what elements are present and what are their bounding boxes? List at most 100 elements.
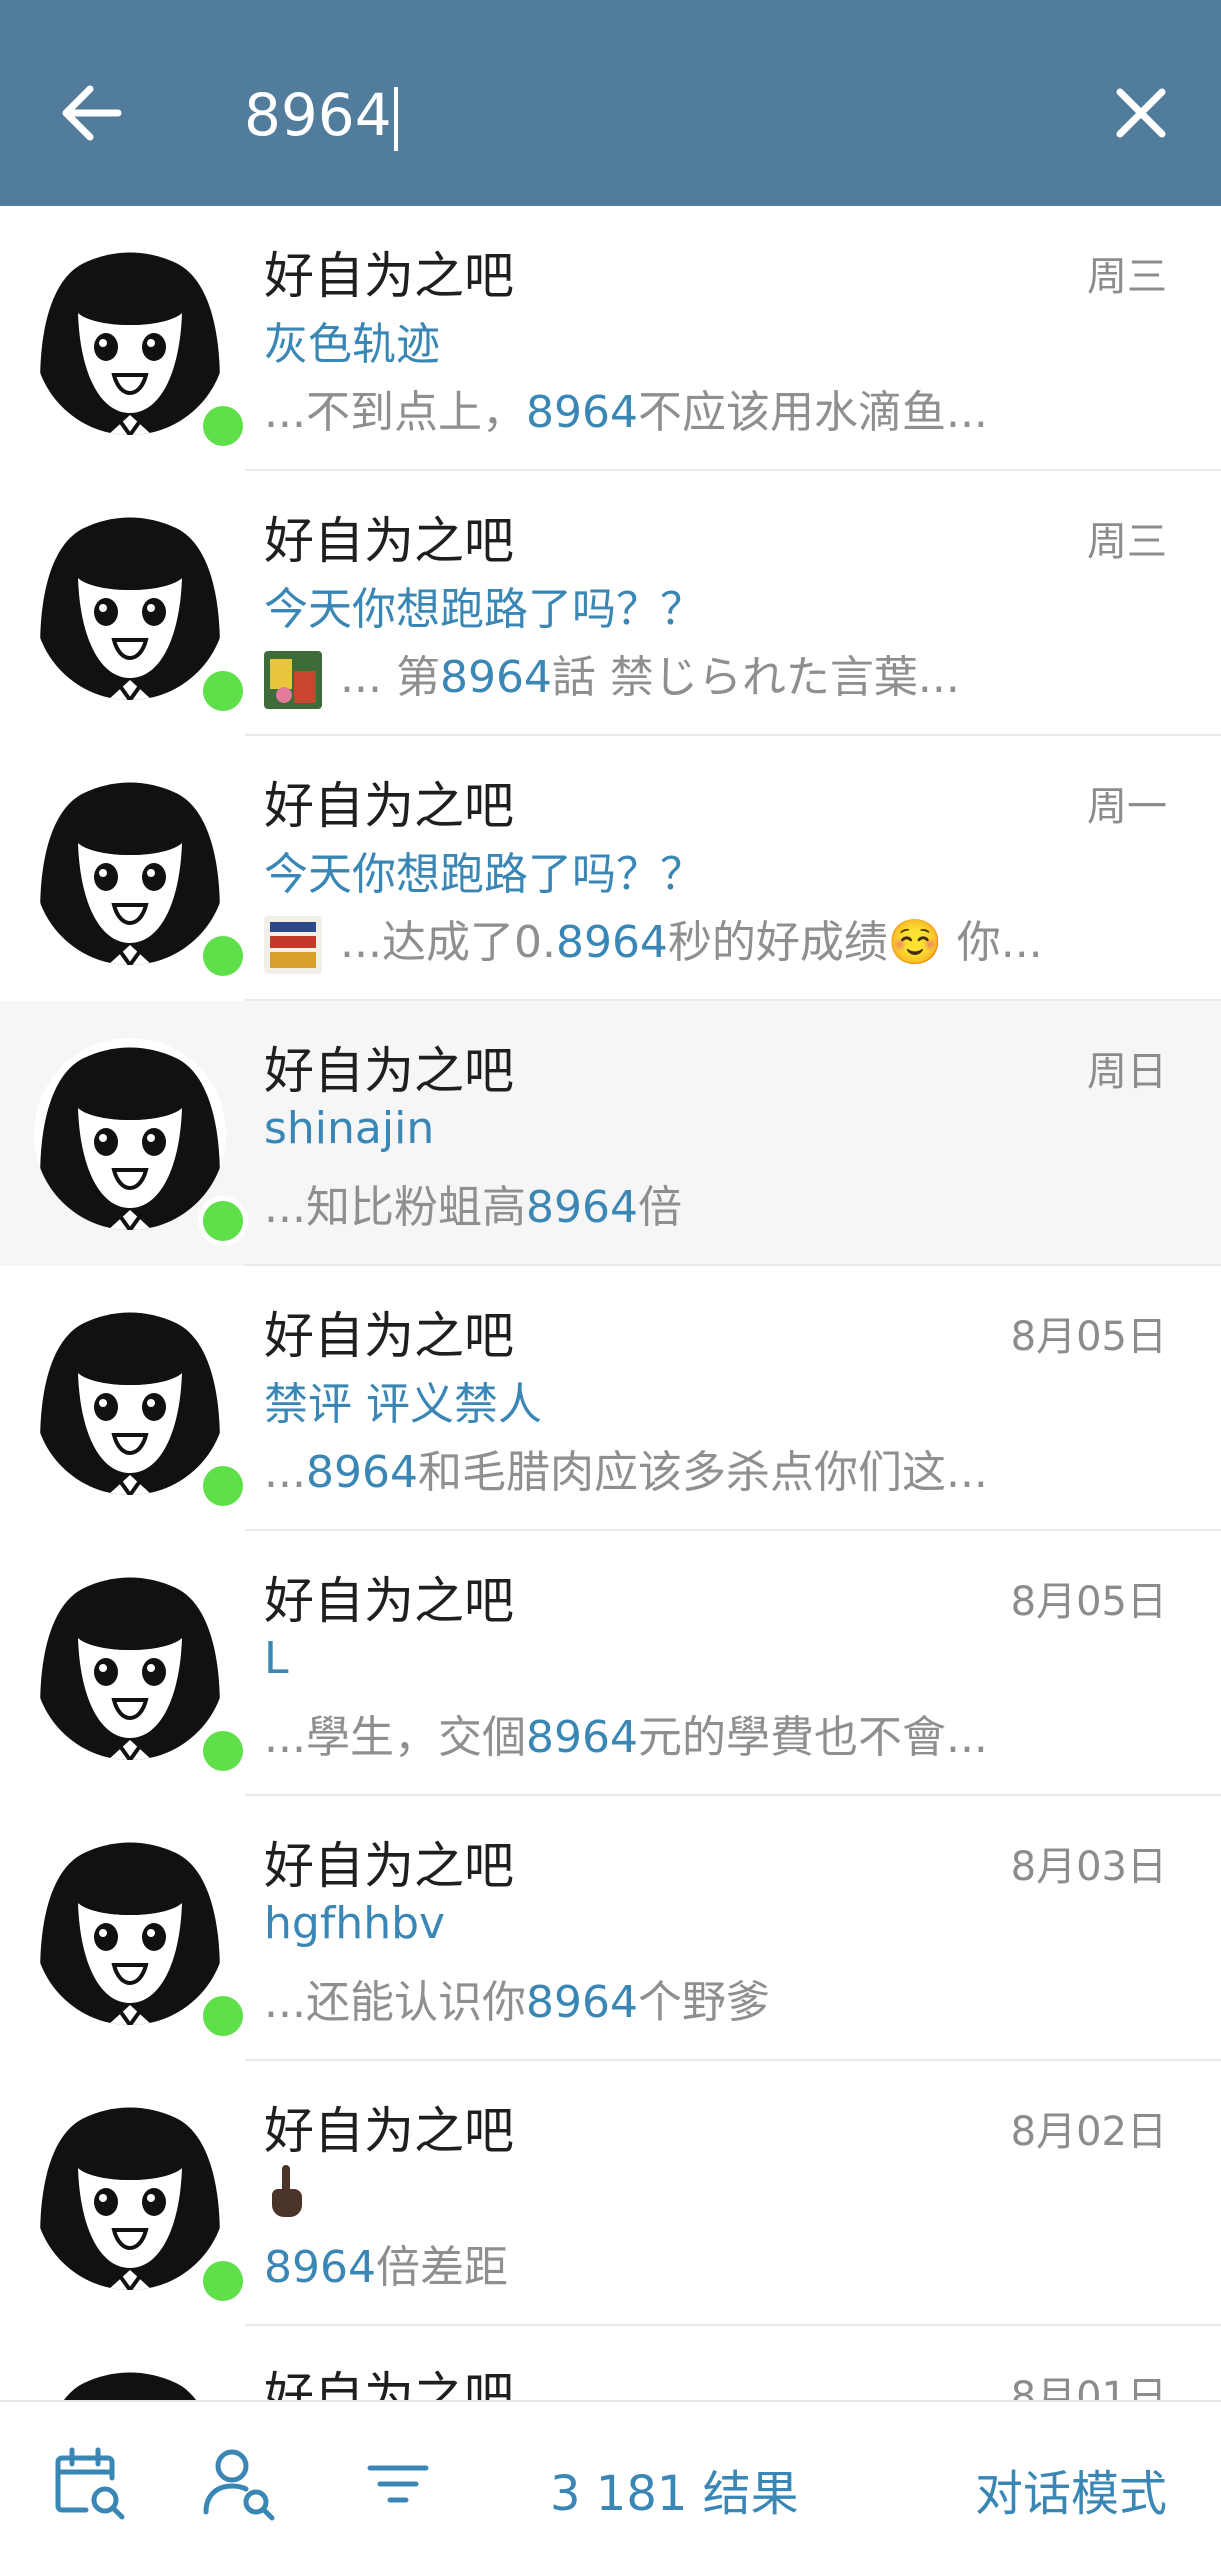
snippet-match: 8964: [305, 1447, 418, 1498]
snippet-match: 8964: [264, 2242, 376, 2293]
snippet-match: 8964: [525, 1712, 638, 1763]
avatar-image: [34, 1568, 226, 1760]
avatar: [34, 2098, 248, 2306]
avatar-image: [34, 508, 226, 700]
snippet-suffix: 倍差距: [375, 2242, 508, 2293]
online-indicator: [198, 666, 248, 716]
snippet-suffix: 元的學費也不會...: [637, 1712, 988, 1763]
snippet-match: 8964: [439, 652, 552, 703]
result-date: 周三: [1087, 519, 1167, 565]
result-snippet: ...學生，交個8964元的學費也不會...: [264, 1701, 1174, 1765]
search-result-row[interactable]: 好自为之吧 8月05日 禁评 评义禁人 ...8964和毛腊肉应该多杀点你们这...: [0, 1266, 1221, 1531]
result-title: 好自为之吧: [264, 1837, 514, 1895]
conversation-mode-button[interactable]: 对话模式: [975, 2454, 1167, 2524]
clear-search-button[interactable]: [1106, 78, 1176, 148]
result-title: 好自为之吧: [264, 1307, 514, 1365]
avatar: [34, 1303, 248, 1511]
result-snippet: ... 第8964話 禁じられた言葉...: [264, 641, 1174, 709]
text-caret: [393, 86, 398, 151]
search-result-row[interactable]: 好自为之吧 8月03日 hgfhhbv ...还能认识你8964个野爹: [0, 1796, 1221, 2061]
result-chat-name: 禁评 评义禁人: [264, 1379, 542, 1430]
filter-icon: [367, 2465, 429, 2503]
snippet-match: 8964: [525, 1182, 638, 1233]
snippet-match: 8964: [525, 1977, 638, 2028]
result-chat-name: hgfhhbv: [264, 1898, 446, 1949]
result-chat-name: 今天你想跑路了吗？？: [264, 584, 704, 635]
close-icon: [1116, 88, 1166, 138]
search-result-row[interactable]: 好自为之吧 周三 灰色轨迹 ...不到点上，8964不应该用水滴鱼...: [0, 206, 1221, 471]
result-chat-name: 今天你想跑路了吗？？: [264, 849, 704, 900]
calendar-search-button[interactable]: [50, 2444, 130, 2524]
snippet-prefix: ...知比粉蛆高: [264, 1182, 526, 1233]
result-date: 8月02日: [1010, 2109, 1167, 2155]
result-date: 8月01日: [1010, 2374, 1167, 2400]
online-indicator: [198, 1461, 248, 1511]
result-snippet: ...还能认识你8964个野爹: [264, 1966, 1174, 2030]
result-title: 好自为之吧: [264, 1572, 514, 1630]
result-title: 好自为之吧: [264, 777, 514, 835]
avatar-image: [34, 1833, 226, 2025]
avatar-image: [34, 243, 226, 435]
search-result-row[interactable]: 好自为之吧 8月01日: [0, 2326, 1221, 2400]
result-date: 8月03日: [1010, 1844, 1167, 1890]
avatar: [34, 1038, 248, 1246]
bottom-toolbar: 3 181 结果 对话模式: [0, 2400, 1221, 2562]
result-title: 好自为之吧: [264, 512, 514, 570]
result-title: 好自为之吧: [264, 247, 514, 305]
snippet-prefix: ...达成了0.: [340, 917, 556, 968]
filter-button[interactable]: [358, 2444, 438, 2524]
search-query-text: 8964: [244, 81, 392, 149]
calendar-search-icon: [55, 2447, 125, 2520]
back-button[interactable]: [52, 78, 132, 148]
avatar: [34, 773, 248, 981]
avatar-image: [34, 773, 226, 965]
avatar-image: [34, 2098, 226, 2290]
online-indicator: [198, 1726, 248, 1776]
search-input[interactable]: 8964: [244, 70, 1064, 160]
snippet-prefix: ...學生，交個: [264, 1712, 526, 1763]
search-results-list[interactable]: 好自为之吧 周三 灰色轨迹 ...不到点上，8964不应该用水滴鱼... 好自为之吧周…: [0, 206, 1221, 2400]
online-indicator: [198, 401, 248, 451]
back-arrow-icon: [62, 85, 122, 141]
snippet-suffix: 話 禁じられた言葉...: [551, 652, 960, 703]
online-indicator: [198, 1196, 248, 1246]
result-date: 8月05日: [1010, 1579, 1167, 1625]
user-search-button[interactable]: [200, 2444, 280, 2524]
avatar: [34, 2363, 226, 2400]
snippet-prefix: ... 第: [340, 652, 440, 703]
results-count: 3 181 结果: [550, 2466, 799, 2522]
result-date: 周日: [1087, 1049, 1167, 1095]
snippet-prefix: ...: [264, 1447, 306, 1498]
online-indicator: [198, 931, 248, 981]
result-chat-name: 灰色轨迹: [264, 319, 440, 370]
snippet-suffix: 和毛腊肉应该多杀点你们这...: [417, 1447, 988, 1498]
result-chat-name: L: [264, 1633, 289, 1684]
search-result-row[interactable]: 好自为之吧 8月05日 L ...學生，交個8964元的學費也不會...: [0, 1531, 1221, 1796]
avatar: [34, 243, 248, 451]
result-title: 好自为之吧: [264, 2102, 514, 2160]
result-chat-name: shinajin: [264, 1103, 435, 1154]
online-indicator: [198, 2256, 248, 2306]
user-search-icon: [203, 2449, 275, 2521]
snippet-suffix: 倍: [637, 1182, 682, 1233]
message-thumbnail-image: [264, 651, 322, 709]
search-header: 8964: [0, 0, 1221, 206]
avatar: [34, 1568, 248, 1776]
search-result-row[interactable]: 好自为之吧 8月02日 8964倍差距: [0, 2061, 1221, 2326]
result-snippet: ...达成了0.8964秒的好成绩☺️ 你...: [264, 906, 1174, 974]
search-result-row[interactable]: 好自为之吧 周日 shinajin ...知比粉蛆高8964倍: [0, 1001, 1221, 1266]
avatar: [34, 508, 248, 716]
avatar-image: [34, 1038, 226, 1230]
search-result-row[interactable]: 好自为之吧 周三今天你想跑路了吗？？ ... 第8964話 禁じられた言葉...: [0, 471, 1221, 736]
result-title: 好自为之吧: [264, 2367, 514, 2400]
snippet-suffix: 个野爹: [637, 1977, 770, 2028]
result-snippet: ...知比粉蛆高8964倍: [264, 1171, 1174, 1235]
search-result-row[interactable]: 好自为之吧 周一今天你想跑路了吗？？ ...达成了0.8964秒的好成绩☺️ 你..…: [0, 736, 1221, 1001]
avatar-image: [34, 2363, 226, 2400]
avatar: [34, 1833, 248, 2041]
pointing-up-emoji: [272, 2165, 302, 2217]
result-date: 周一: [1087, 784, 1167, 830]
snippet-prefix: ...不到点上，: [264, 387, 526, 438]
online-indicator: [198, 1991, 248, 2041]
snippet-match: 8964: [525, 387, 638, 438]
